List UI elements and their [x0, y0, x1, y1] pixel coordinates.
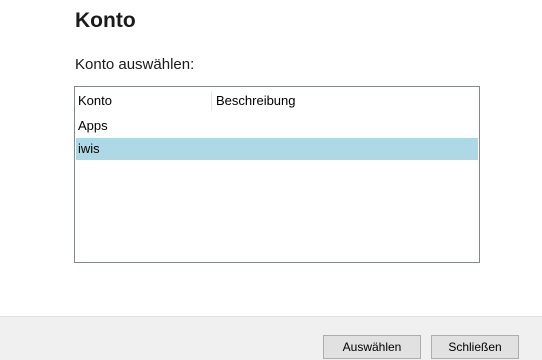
list-item-name: Apps: [78, 118, 108, 133]
list-item-name: iwis: [78, 141, 100, 156]
select-button[interactable]: Auswählen: [323, 335, 421, 359]
list-item-iwis[interactable]: iwis: [76, 138, 478, 160]
select-account-label: Konto auswählen:: [75, 56, 195, 73]
close-button[interactable]: Schließen: [431, 335, 519, 359]
button-bar: Auswählen Schließen: [0, 316, 542, 360]
list-item-apps[interactable]: Apps: [76, 115, 478, 137]
column-header-beschreibung[interactable]: Beschreibung: [216, 93, 296, 108]
column-header-konto[interactable]: Konto: [78, 93, 112, 108]
account-list[interactable]: Konto Beschreibung Apps iwis: [74, 86, 480, 263]
list-header: Konto Beschreibung: [75, 87, 479, 111]
column-divider[interactable]: [211, 91, 212, 111]
dialog-title: Konto: [75, 9, 136, 32]
